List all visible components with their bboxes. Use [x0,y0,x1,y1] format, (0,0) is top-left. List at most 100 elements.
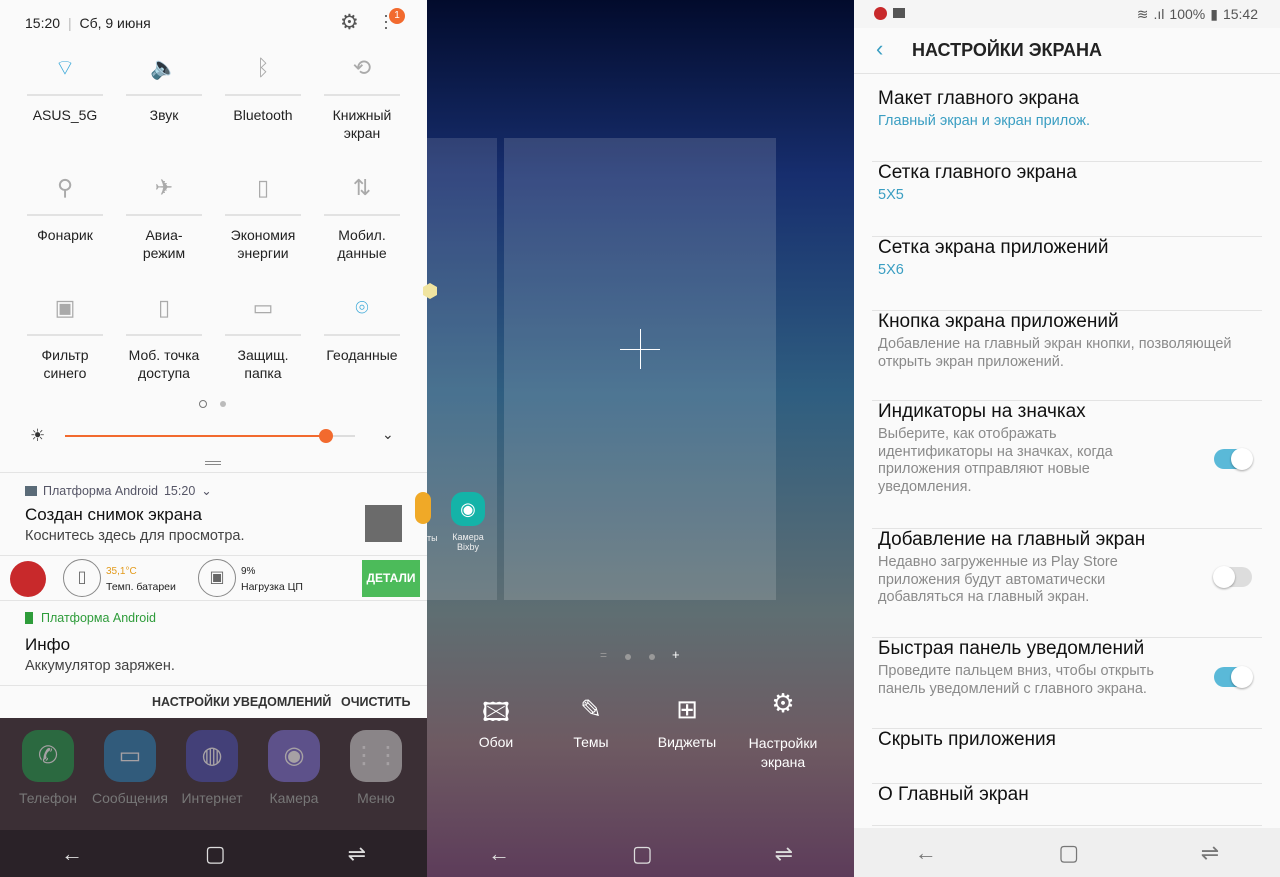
dock-app[interactable]: ▭ Сообщения [90,730,170,806]
battery-notification[interactable]: Платформа Android Инфо Аккумулятор заряж… [0,600,427,686]
tile-rotation[interactable]: ⟲ Книжный экран [324,48,400,142]
quick-settings: 15:20 | Сб, 9 июня ⚙ · · · 1 ⌔ ASUS_5G 🔈 З… [0,0,427,472]
flashlight-icon: ⚲ [56,175,74,200]
gear-icon[interactable]: ⚙ [340,10,359,35]
item-subtitle: 5X6 [878,262,904,278]
dock-app[interactable]: ◍ Интернет [172,730,252,806]
back-icon[interactable]: ← [488,841,510,867]
bixby-vision-icon[interactable]: ◉ [451,492,485,526]
screen-settings-option[interactable]: ⚙ Настройки экрана [738,690,828,772]
tile-divider [324,214,400,216]
brush-icon: ✎ [580,694,602,724]
add-page-icon-bar [640,329,641,369]
tile-wifi[interactable]: ⌔ ASUS_5G [27,48,103,124]
navigation-bar: ← ▢ ⇌ [427,830,854,877]
tile-label: Геоданные [326,347,398,363]
tile-airplane[interactable]: ✈ Авиа-режим [126,168,202,262]
tile-divider [126,214,202,216]
antutu-notification[interactable]: ▯ 35,1°C Темп. батареи ▣ 9% Нагрузка ЦП … [0,555,427,601]
back-icon[interactable]: ← [61,841,83,867]
tile-divider [225,334,301,336]
item-subtitle: Проведите пальцем вниз, чтобы открыть па… [878,663,1154,697]
tile-divider [324,94,400,96]
app-label: Сообщения [92,790,168,806]
tile-location[interactable]: ⌾ Геоданные [324,288,400,364]
tile-label: Фонарик [37,227,93,243]
new-page-preview[interactable] [504,138,776,600]
tile-divider [225,214,301,216]
battery-temp: 35,1°C [106,566,137,577]
settings-item[interactable]: Кнопка экрана приложений Добавление на гл… [872,311,1262,401]
details-button[interactable]: ДЕТАЛИ [362,560,420,597]
toggle-switch[interactable] [1214,447,1253,470]
toggle-switch[interactable] [1214,666,1253,688]
chevron-down-icon[interactable]: ⌄ [201,483,211,498]
drag-handle[interactable] [205,461,221,465]
plus-icon[interactable]: + [672,647,680,662]
item-title: Добавление на главный экран [878,529,1146,550]
battery-icon: ▯ [63,559,101,597]
settings-item[interactable]: Быстрая панель уведомлений Проведите паль… [872,638,1262,729]
home-icon[interactable]: ▢ [632,841,653,867]
notification-settings-button[interactable]: НАСТРОЙКИ УВЕДОМЛЕНИЙ [152,695,331,709]
toggle-switch[interactable] [1213,566,1252,588]
recents-icon[interactable]: ⇌ [1201,840,1219,866]
page-indicator-menu-icon: = [600,648,608,662]
app-label: Интернет [181,790,243,806]
secure-folder-icon: ▭ [252,295,274,320]
settings-item[interactable]: О Главный экран [872,784,1262,826]
image-icon: 🖾 [481,697,511,727]
item-title: Индикаторы на значках [878,401,1086,422]
settings-item[interactable]: Макет главного экрана Главный экран и экр… [872,88,1262,162]
tile-bluetooth[interactable]: ᛒ Bluetooth [225,48,301,124]
back-button[interactable]: ‹ [876,36,883,62]
page-dot[interactable] [625,654,631,660]
tile-hotspot[interactable]: ▯ Моб. точка доступа [126,288,202,382]
tile-flashlight[interactable]: ⚲ Фонарик [27,168,103,244]
screenshot-notification[interactable]: Платформа Android 15:20 ⌄ Создан снимок … [0,472,427,556]
tile-mobile-data[interactable]: ⇅ Мобил. данные [324,168,400,262]
settings-item[interactable]: Сетка главного экрана 5X5 [872,162,1262,237]
back-icon[interactable]: ← [915,840,937,866]
item-title: Макет главного экрана [878,88,1079,109]
dock-app[interactable]: ◉ Камера [254,730,334,806]
home-edit-screen: ты ◉ Камера Bixby = + 🖾 Обои ✎ Темы ⊞ Видже… [415,0,854,877]
tile-label: Мобил. данные [337,227,387,261]
app-icon: ✆ [22,730,74,782]
tile-secure-folder[interactable]: ▭ Защищ. папка [225,288,301,382]
item-title: Сетка главного экрана [878,162,1077,183]
clear-button[interactable]: ОЧИСТИТЬ [341,695,410,709]
notification-title: Инфо [25,635,71,654]
page-dot[interactable] [649,654,655,660]
tile-divider [27,94,103,96]
home-icon[interactable]: ▢ [205,841,226,867]
blue-filter-icon: ▣ [54,295,76,320]
dock-app[interactable]: ⋮⋮ Меню [336,730,416,806]
option-label: Обои [478,734,514,750]
settings-item[interactable]: Индикаторы на значках Выберите, как отобр… [872,401,1262,529]
wallpapers-option[interactable]: 🖾 Обои [451,694,541,750]
status-bar: ≋ .ıl 100% ▮ 15:42 [854,0,1280,28]
tile-battery-saver[interactable]: ▯ Экономия энергии [225,168,301,262]
recents-icon[interactable]: ⇌ [775,841,793,867]
brightness-slider[interactable] [65,429,355,443]
dock-app[interactable]: ✆ Телефон [8,730,88,806]
tile-blue-filter[interactable]: ▣ Фильтр синего [27,288,103,382]
notification-app: Платформа Android [41,611,156,625]
tile-sound[interactable]: 🔈 Звук [126,48,202,124]
widgets-option[interactable]: ⊞ Виджеты [642,694,732,750]
recents-icon[interactable]: ⇌ [348,841,366,867]
item-subtitle: Главный экран и экран прилож. [878,113,1091,129]
app-icon: ◍ [186,730,238,782]
home-page-preview[interactable]: ты ◉ Камера Bixby [415,138,497,600]
settings-item[interactable]: Скрыть приложения [872,729,1262,784]
wifi-icon: ⌔ [54,55,76,80]
settings-item[interactable]: Сетка экрана приложений 5X6 [872,237,1262,311]
chevron-down-icon[interactable]: ⌄ [382,426,394,443]
item-subtitle: Выберите, как отображать идентификаторы … [878,426,1113,495]
themes-option[interactable]: ✎ Темы [546,694,636,750]
settings-item[interactable]: Добавление на главный экран Недавно загру… [872,529,1262,638]
app-icon[interactable] [415,492,431,524]
page-dot-active [199,400,207,408]
home-icon[interactable]: ▢ [1058,840,1079,866]
